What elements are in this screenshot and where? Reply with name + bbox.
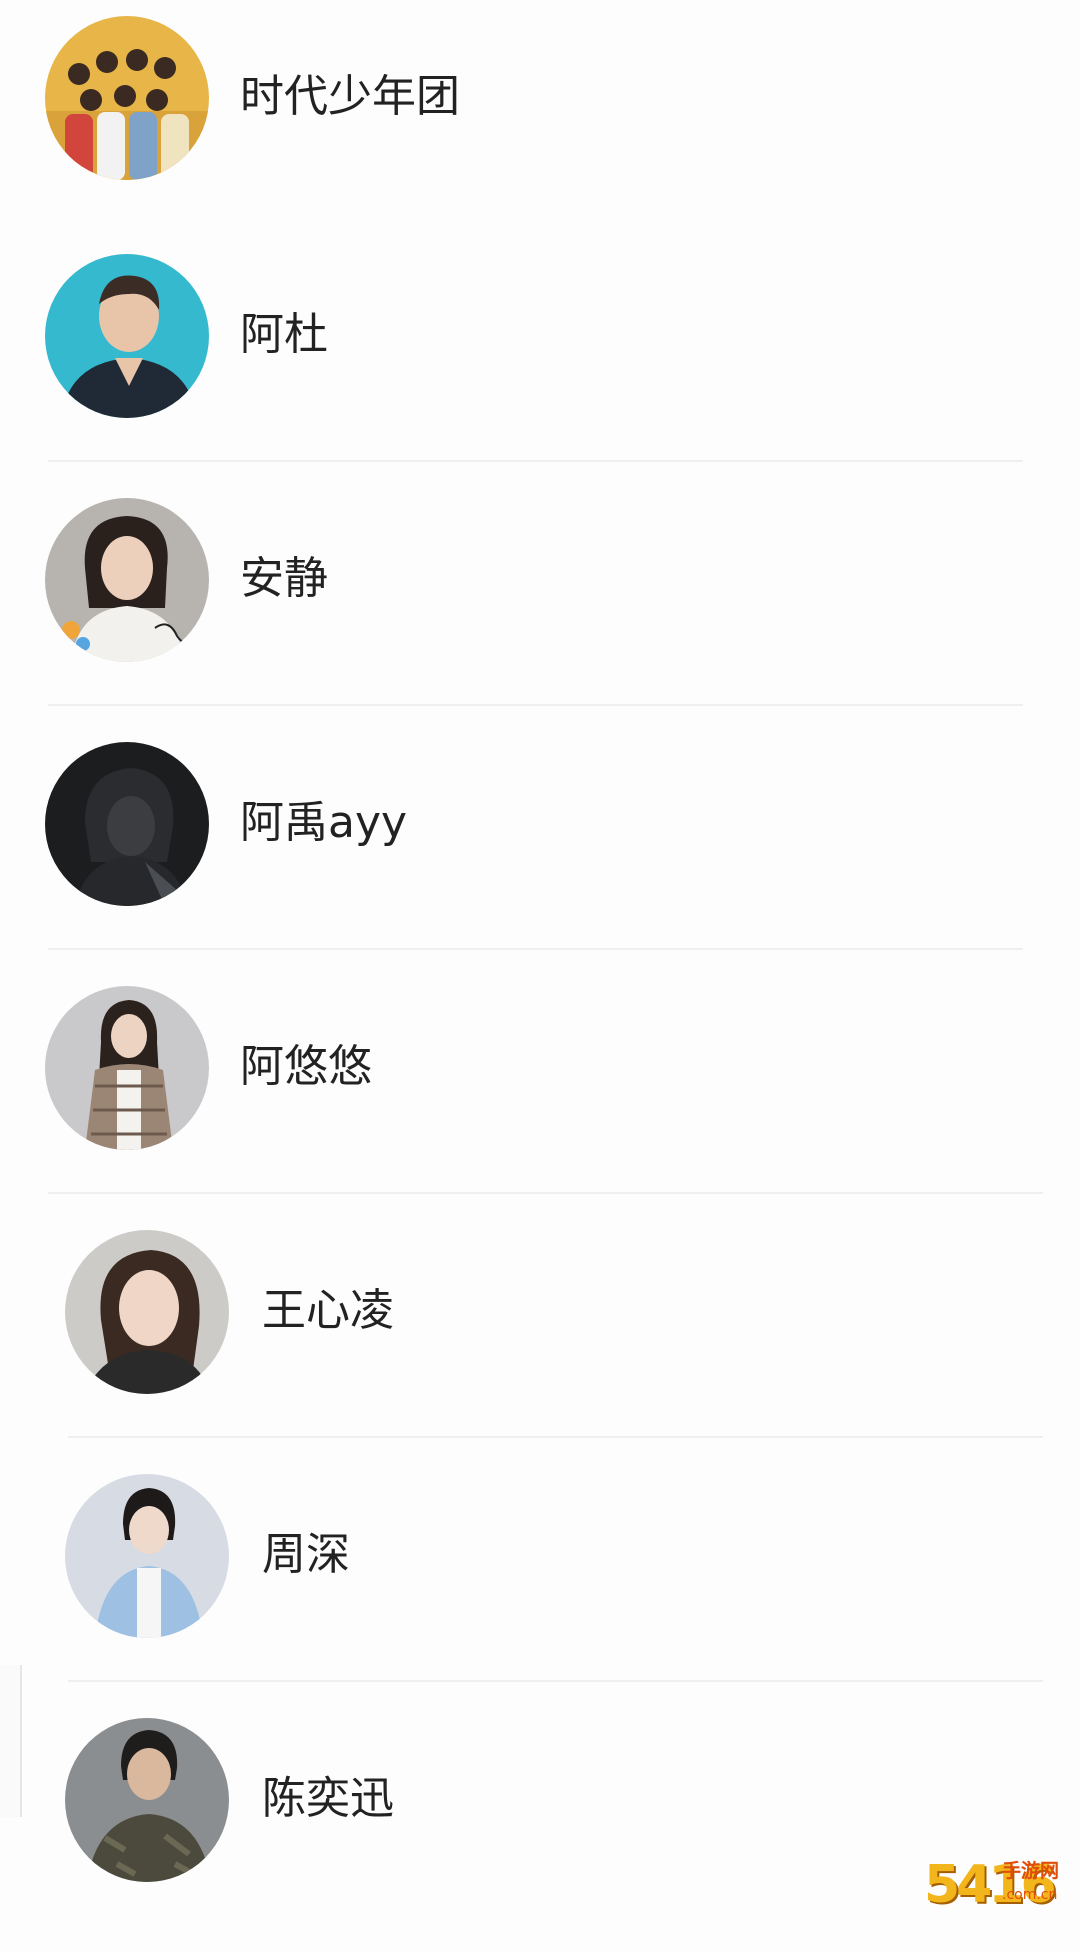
contact-name: 阿禹ayy [240, 797, 408, 848]
contact-name: 阿杜 [240, 309, 328, 360]
contact-name: 王心凌 [262, 1285, 394, 1336]
list-divider [68, 1680, 1043, 1682]
man-portrait-avatar [65, 1474, 229, 1638]
woman-portrait-avatar [65, 1230, 229, 1394]
contact-row[interactable]: 陈奕迅 [0, 1708, 1080, 1952]
contact-row[interactable]: 阿禹ayy [0, 732, 1080, 976]
watermark-site: .com.cn [1002, 1887, 1058, 1903]
list-divider [68, 1436, 1043, 1438]
dark-anime-avatar [45, 742, 209, 906]
list-divider [48, 1192, 1043, 1194]
scroll-edge-indicator [0, 1665, 22, 1817]
group-photo-avatar [45, 16, 209, 180]
list-divider [48, 704, 1023, 706]
contact-row[interactable]: 阿悠悠 [0, 976, 1080, 1220]
contact-name: 安静 [240, 553, 328, 604]
contact-name: 陈奕迅 [262, 1773, 394, 1824]
contact-name: 时代少年团 [240, 71, 460, 122]
list-divider [48, 460, 1023, 462]
site-watermark-logo: 5416 手游网 .com.cn [924, 1856, 1074, 1914]
woman-portrait-avatar [45, 498, 209, 662]
watermark-name: 手游网 [1002, 1860, 1060, 1882]
contact-name: 周深 [262, 1529, 350, 1580]
contact-row[interactable]: 王心凌 [0, 1220, 1080, 1464]
contact-name: 阿悠悠 [240, 1041, 372, 1092]
list-divider [48, 948, 1023, 950]
contact-row[interactable]: 阿杜 [0, 244, 1080, 488]
man-portrait-avatar [45, 254, 209, 418]
man-portrait-avatar [65, 1718, 229, 1882]
woman-portrait-avatar [45, 986, 209, 1150]
contact-row[interactable]: 周深 [0, 1464, 1080, 1708]
contact-row[interactable]: 时代少年团 [0, 0, 1080, 244]
contact-row[interactable]: 安静 [0, 488, 1080, 732]
